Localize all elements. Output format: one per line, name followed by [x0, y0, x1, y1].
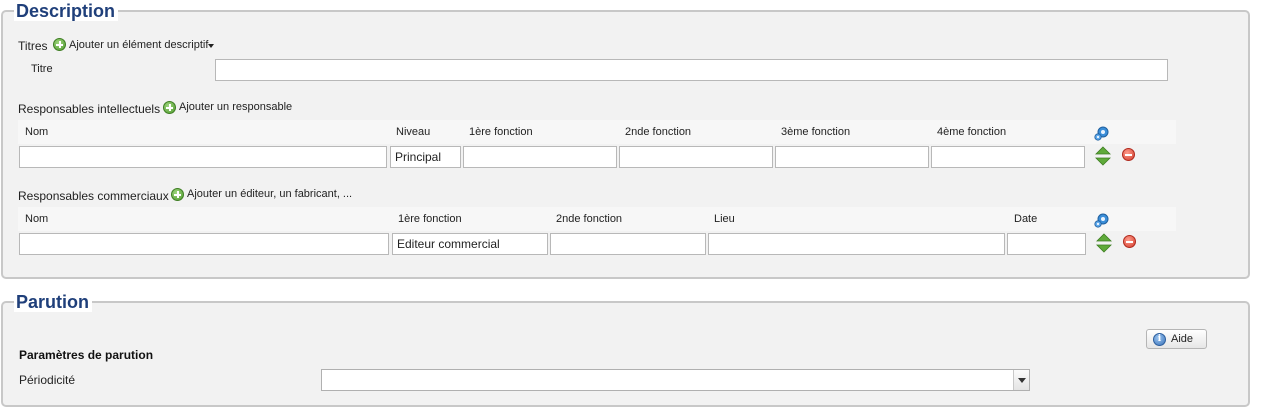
- intel-header-fonction4: 4ème fonction: [937, 126, 1007, 138]
- gear-icon[interactable]: [1093, 124, 1111, 142]
- remove-responsable-icon[interactable]: [1122, 148, 1135, 161]
- titre-input[interactable]: [215, 59, 1168, 81]
- chevron-down-icon[interactable]: [1013, 370, 1029, 390]
- intel-nom-input[interactable]: [19, 146, 387, 168]
- help-button[interactable]: i Aide: [1146, 329, 1207, 349]
- comm-date-input[interactable]: [1007, 233, 1086, 255]
- add-editeur-link[interactable]: Ajouter un éditeur, un fabricant, ...: [187, 188, 352, 200]
- add-responsable-icon[interactable]: [163, 101, 176, 114]
- intel-niveau-input[interactable]: Principal: [390, 146, 461, 168]
- parution-legend: Parution: [14, 292, 93, 312]
- intellectuels-label: Responsables intellectuels: [18, 102, 161, 116]
- comm-header-date: Date: [1014, 213, 1038, 225]
- caret-down-icon[interactable]: [208, 44, 214, 48]
- add-responsable-link[interactable]: Ajouter un responsable: [179, 101, 292, 113]
- parution-fieldset: [1, 301, 1250, 407]
- comm-lieu-input[interactable]: [708, 233, 1005, 255]
- comm-header-fonction1: 1ère fonction: [398, 213, 462, 225]
- comm-header-fonction2: 2nde fonction: [556, 213, 623, 225]
- intel-fonction4-input[interactable]: [931, 146, 1085, 168]
- gear-icon[interactable]: [1093, 211, 1111, 229]
- add-descriptive-element-link[interactable]: Ajouter un élément descriptif: [69, 39, 208, 51]
- intel-header-fonction2: 2nde fonction: [625, 126, 692, 138]
- periodicite-label: Périodicité: [19, 373, 76, 387]
- comm-fonction2-input[interactable]: [550, 233, 706, 255]
- comm-header-nom: Nom: [25, 213, 49, 225]
- add-descriptive-element-icon[interactable]: [53, 38, 66, 51]
- intel-fonction1-input[interactable]: [463, 146, 617, 168]
- up-down-arrows-icon[interactable]: [1096, 233, 1112, 253]
- intel-fonction3-input[interactable]: [775, 146, 929, 168]
- help-button-label: Aide: [1171, 333, 1194, 345]
- intel-header-fonction3: 3ème fonction: [781, 126, 851, 138]
- comm-fonction1-input[interactable]: Editeur commercial: [392, 233, 548, 255]
- commerciaux-label: Responsables commerciaux: [18, 189, 169, 203]
- comm-nom-input[interactable]: [19, 233, 389, 255]
- remove-editeur-icon[interactable]: [1123, 235, 1136, 248]
- intel-header-fonction1: 1ère fonction: [469, 126, 533, 138]
- info-icon: i: [1153, 333, 1166, 346]
- titres-label: Titres: [18, 39, 48, 53]
- add-editeur-icon[interactable]: [171, 188, 184, 201]
- description-legend: Description: [14, 1, 119, 21]
- parametres-parution-title: Paramètres de parution: [19, 348, 154, 362]
- intel-header-niveau: Niveau: [396, 126, 431, 138]
- intel-fonction2-input[interactable]: [619, 146, 773, 168]
- up-down-arrows-icon[interactable]: [1095, 146, 1111, 166]
- comm-header-lieu: Lieu: [714, 213, 735, 225]
- intel-header-nom: Nom: [25, 126, 49, 138]
- periodicite-select[interactable]: [321, 369, 1030, 391]
- titre-label: Titre: [31, 63, 53, 75]
